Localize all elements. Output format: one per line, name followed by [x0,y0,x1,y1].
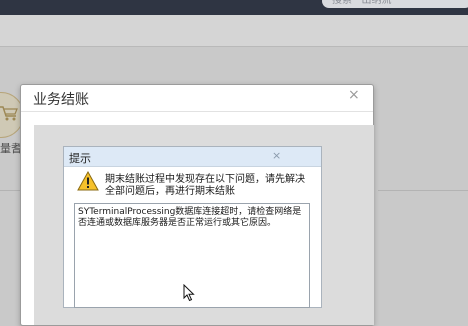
search-input[interactable]: 搜索 · 出纳流 [322,0,468,8]
close-icon[interactable]: × [272,149,281,162]
mouse-cursor-icon [183,284,195,302]
dialog-title-divider [21,111,373,112]
app-topbar: 搜索 · 出纳流 [0,0,468,15]
dialog-title: 业务结账 [33,92,89,108]
close-icon[interactable]: × [348,87,360,103]
prompt-message: 期末结账过程中发现存在以下问题，请先解决全部问题后，再进行期末结账 [105,174,305,197]
content-divider-right [378,190,468,191]
app-subheader [0,15,468,47]
shopping-cart-icon [0,106,18,121]
warning-icon [77,171,99,191]
prompt-titlebar[interactable]: 提示 × [64,147,321,167]
feature-label[interactable]: 量耆 [0,140,22,156]
prompt-title: 提示 [69,152,91,165]
